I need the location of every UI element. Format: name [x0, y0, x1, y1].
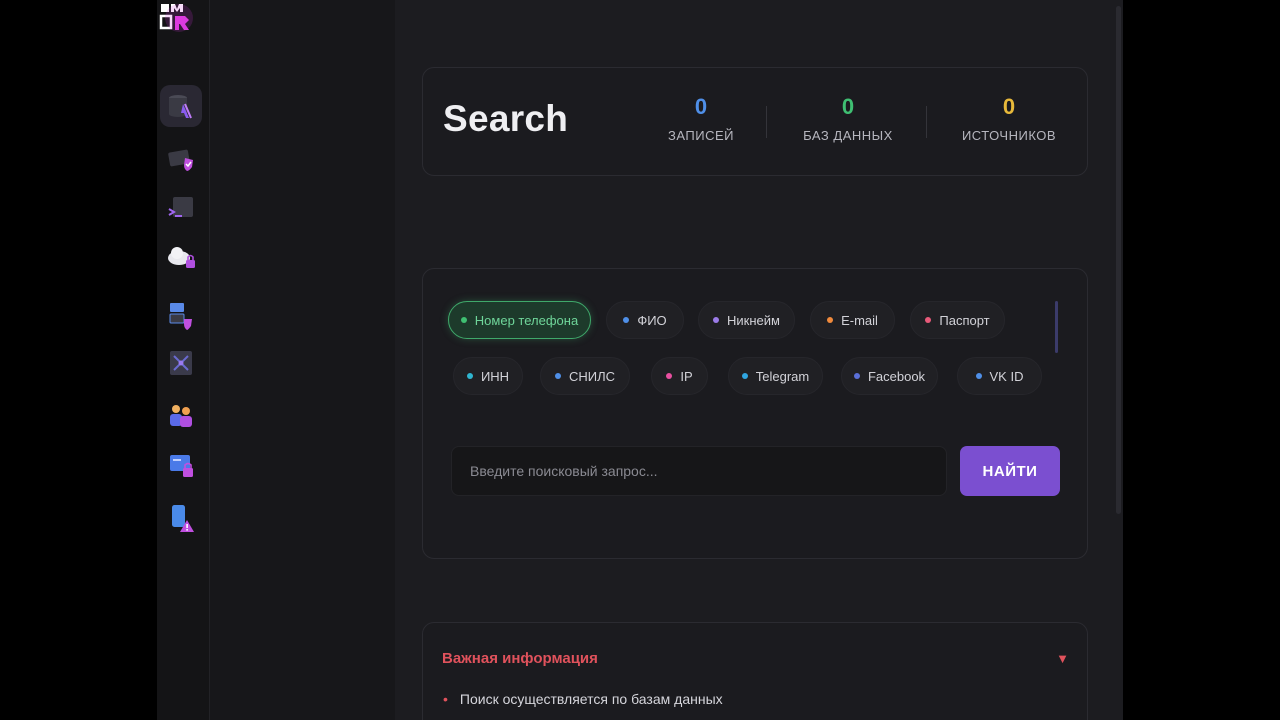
bullet-dot: •	[443, 691, 448, 707]
chip-dot	[713, 317, 720, 323]
chip-dot	[853, 373, 860, 379]
chip-label: СНИЛС	[568, 368, 616, 384]
divider	[766, 106, 767, 138]
info-title: Важная информация	[442, 650, 598, 667]
chip-label: Telegram	[755, 368, 810, 384]
icon-rail	[157, 0, 210, 720]
database-search-icon	[169, 95, 192, 119]
chip-dot	[466, 373, 473, 379]
network-icon	[170, 351, 192, 375]
chip-dot	[741, 373, 748, 379]
filter-chip-inn[interactable]: ИНН	[453, 357, 523, 395]
rail-layers-shield[interactable]	[160, 294, 202, 336]
filter-chip-telegram[interactable]: Telegram	[728, 357, 823, 395]
stat-sources-label: ИСТОЧНИКОВ	[961, 128, 1057, 143]
stat-databases-value: 0	[841, 94, 855, 119]
divider	[926, 106, 927, 138]
chip-label: VK ID	[989, 368, 1024, 384]
layers-shield-icon	[169, 303, 192, 330]
page-title: Search	[443, 98, 569, 139]
rail-database-search[interactable]	[160, 85, 202, 127]
filter-chip-phone[interactable]: Номер телефона	[448, 301, 591, 339]
side-panel	[210, 0, 395, 720]
app-logo	[159, 0, 199, 34]
stat-records: 0 ЗАПИСЕЙ	[661, 92, 741, 143]
chips-scrollbar[interactable]	[1055, 301, 1058, 353]
main-content: Search 0 ЗАПИСЕЙ 0 БАЗ ДАННЫХ 0 ИСТОЧНИК…	[395, 0, 1123, 720]
chip-dot	[666, 373, 673, 379]
chip-label: IP	[680, 368, 693, 384]
chip-label: Номер телефона	[474, 312, 579, 328]
chip-dot	[925, 317, 932, 323]
chip-label: Никнейм	[727, 312, 780, 328]
scrollbar[interactable]	[1116, 6, 1121, 514]
card-lock-icon	[170, 455, 193, 477]
search-button[interactable]: НАЙТИ	[960, 446, 1060, 496]
rail-users[interactable]	[160, 394, 202, 436]
collapse-caret-icon[interactable]: ▼	[1056, 651, 1069, 666]
chip-dot	[827, 317, 834, 323]
chip-label: Facebook	[867, 368, 926, 384]
chip-dot	[460, 317, 467, 323]
info-card: Важная информация ▼ • Поиск осуществляетс…	[422, 622, 1088, 720]
shield-card-icon	[168, 149, 193, 171]
info-bullet-text: Поиск осуществляется по базам данных	[459, 691, 723, 707]
users-icon	[170, 405, 192, 427]
filter-chip-passport[interactable]: Паспорт	[910, 301, 1005, 339]
terminal-icon	[168, 197, 193, 217]
chip-dot	[975, 373, 982, 379]
phone-warning-icon	[172, 505, 194, 532]
rail-terminal[interactable]	[160, 187, 202, 229]
chip-dot	[623, 317, 630, 323]
chip-label: Паспорт	[939, 312, 990, 328]
search-input[interactable]	[451, 446, 947, 496]
info-bullet: • Поиск осуществляется по базам данных	[443, 691, 723, 707]
header-card: Search 0 ЗАПИСЕЙ 0 БАЗ ДАННЫХ 0 ИСТОЧНИК…	[422, 67, 1088, 176]
stat-records-label: ЗАПИСЕЙ	[668, 128, 734, 143]
filter-chip-snils[interactable]: СНИЛС	[540, 357, 630, 395]
stat-databases-label: БАЗ ДАННЫХ	[803, 128, 893, 143]
rail-card-lock[interactable]	[160, 444, 202, 486]
rail-shield-card[interactable]	[160, 138, 202, 180]
filter-chip-nickname[interactable]: Никнейм	[698, 301, 795, 339]
filter-chip-vkid[interactable]: VK ID	[957, 357, 1042, 395]
stat-sources: 0 ИСТОЧНИКОВ	[959, 92, 1059, 143]
stat-databases: 0 БАЗ ДАННЫХ	[798, 92, 898, 143]
filter-chip-fio[interactable]: ФИО	[606, 301, 684, 339]
chip-label: ИНН	[480, 368, 510, 384]
rail-phone-warning[interactable]	[160, 497, 202, 539]
app-window: Search 0 ЗАПИСЕЙ 0 БАЗ ДАННЫХ 0 ИСТОЧНИК…	[157, 0, 1123, 720]
cloud-lock-icon	[168, 247, 195, 268]
filter-chip-email[interactable]: E-mail	[810, 301, 895, 339]
filter-chip-ip[interactable]: IP	[651, 357, 708, 395]
chip-label: E-mail	[841, 312, 878, 328]
rail-cloud-lock[interactable]	[160, 236, 202, 278]
filter-chip-facebook[interactable]: Facebook	[841, 357, 938, 395]
rail-network[interactable]	[160, 342, 202, 384]
chip-label: ФИО	[637, 312, 667, 328]
stat-sources-value: 0	[1002, 94, 1016, 119]
search-card: Номер телефона ФИО Никнейм E-mail Паспор…	[422, 268, 1088, 559]
chip-dot	[554, 373, 561, 379]
stat-records-value: 0	[694, 94, 708, 119]
